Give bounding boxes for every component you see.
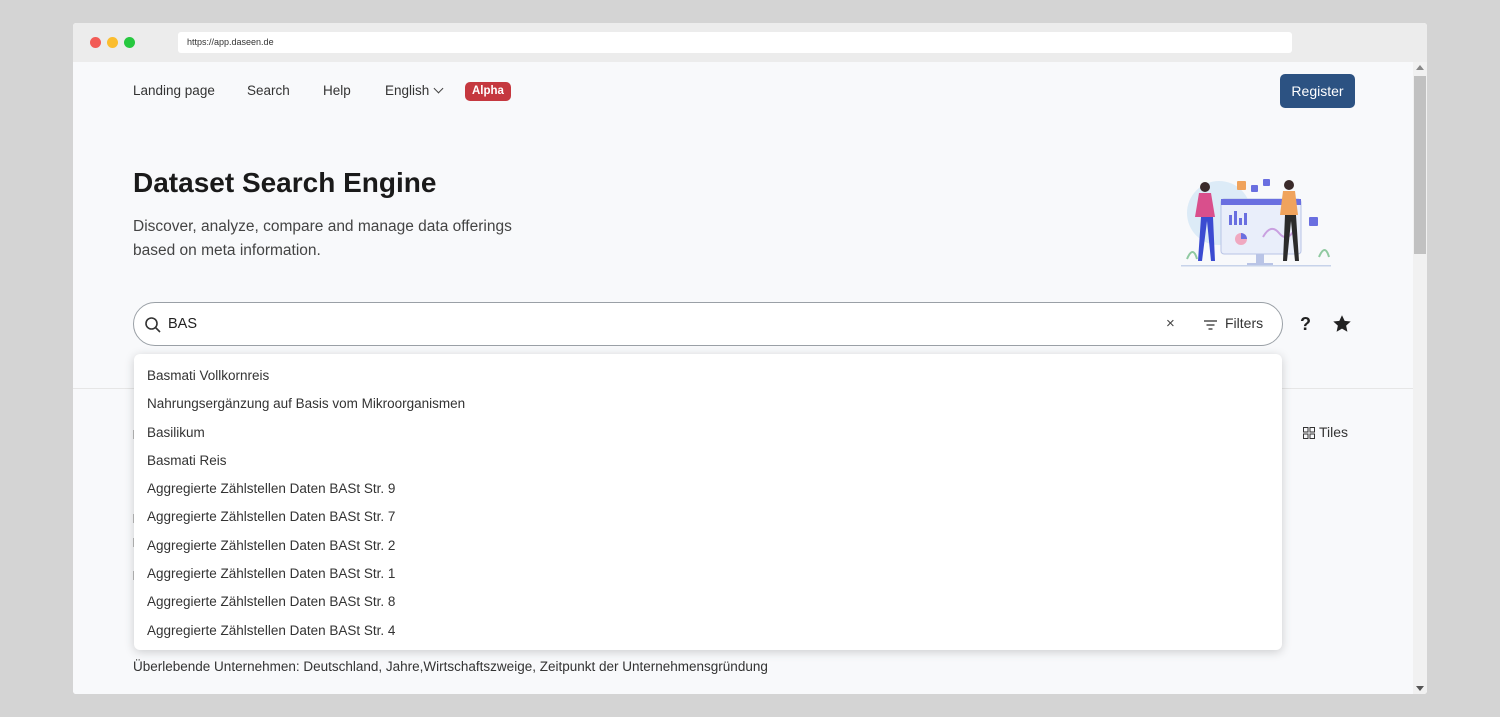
- filter-icon: [1204, 320, 1217, 330]
- browser-chrome: https://app.daseen.de: [73, 23, 1427, 62]
- tiles-view-toggle[interactable]: Tiles: [1303, 424, 1348, 440]
- filters-button[interactable]: Filters: [1204, 315, 1263, 331]
- register-button[interactable]: Register: [1280, 74, 1355, 108]
- scroll-up-arrow-icon[interactable]: [1416, 65, 1424, 70]
- language-select[interactable]: English: [385, 83, 444, 98]
- suggestion-item[interactable]: Aggregierte Zählstellen Daten BASt Str. …: [134, 560, 1282, 588]
- minimize-window-button[interactable]: [107, 37, 118, 48]
- nav-landing-page[interactable]: Landing page: [133, 83, 215, 98]
- search-bar: BAS × Filters: [133, 302, 1283, 346]
- suggestion-item[interactable]: Basmati Reis: [134, 447, 1282, 475]
- help-icon[interactable]: ?: [1300, 314, 1311, 335]
- suggestion-item[interactable]: Aggregierte Zählstellen Daten BASt Str. …: [134, 475, 1282, 503]
- scroll-down-arrow-icon[interactable]: [1416, 686, 1424, 691]
- nav-search[interactable]: Search: [247, 83, 290, 98]
- hero-illustration: [1181, 179, 1331, 267]
- clear-search-icon[interactable]: ×: [1166, 315, 1175, 332]
- suggestion-item[interactable]: Aggregierte Zählstellen Daten BASt Str. …: [134, 532, 1282, 560]
- result-title[interactable]: Überlebende Unternehmen: Deutschland, Ja…: [133, 659, 768, 674]
- nav-help[interactable]: Help: [323, 83, 351, 98]
- page-viewport: Landing page Search Help English Alpha R…: [73, 62, 1413, 694]
- maximize-window-button[interactable]: [124, 37, 135, 48]
- suggestion-item[interactable]: Aggregierte Zählstellen Daten BASt Str. …: [134, 617, 1282, 645]
- suggestion-item[interactable]: Aggregierte Zählstellen Daten BASt Str. …: [134, 588, 1282, 616]
- search-input[interactable]: BAS: [168, 316, 197, 332]
- alpha-badge: Alpha: [465, 82, 511, 101]
- suggestion-item[interactable]: Nahrungsergänzung auf Basis vom Mikroorg…: [134, 390, 1282, 418]
- language-label: English: [385, 83, 430, 98]
- star-icon[interactable]: [1331, 313, 1353, 335]
- suggestion-item[interactable]: Basilikum: [134, 419, 1282, 447]
- close-window-button[interactable]: [90, 37, 101, 48]
- browser-window: https://app.daseen.de Landing page Searc…: [73, 23, 1427, 694]
- scroll-thumb[interactable]: [1414, 76, 1426, 254]
- suggestion-item[interactable]: Basmati Vollkornreis: [134, 362, 1282, 390]
- filters-label: Filters: [1225, 315, 1264, 331]
- autocomplete-dropdown: Basmati Vollkornreis Nahrungsergänzung a…: [134, 354, 1282, 650]
- suggestion-item[interactable]: Aggregierte Zählstellen Daten BASt Str. …: [134, 503, 1282, 531]
- page-subtitle: Discover, analyze, compare and manage da…: [133, 218, 512, 259]
- tiles-label: Tiles: [1319, 424, 1349, 440]
- address-bar[interactable]: https://app.daseen.de: [178, 32, 1292, 53]
- chevron-down-icon: [433, 83, 444, 94]
- grid-icon: [1303, 427, 1315, 439]
- page-title: Dataset Search Engine: [133, 167, 437, 198]
- vertical-scrollbar[interactable]: [1413, 62, 1427, 694]
- search-icon: [145, 317, 161, 333]
